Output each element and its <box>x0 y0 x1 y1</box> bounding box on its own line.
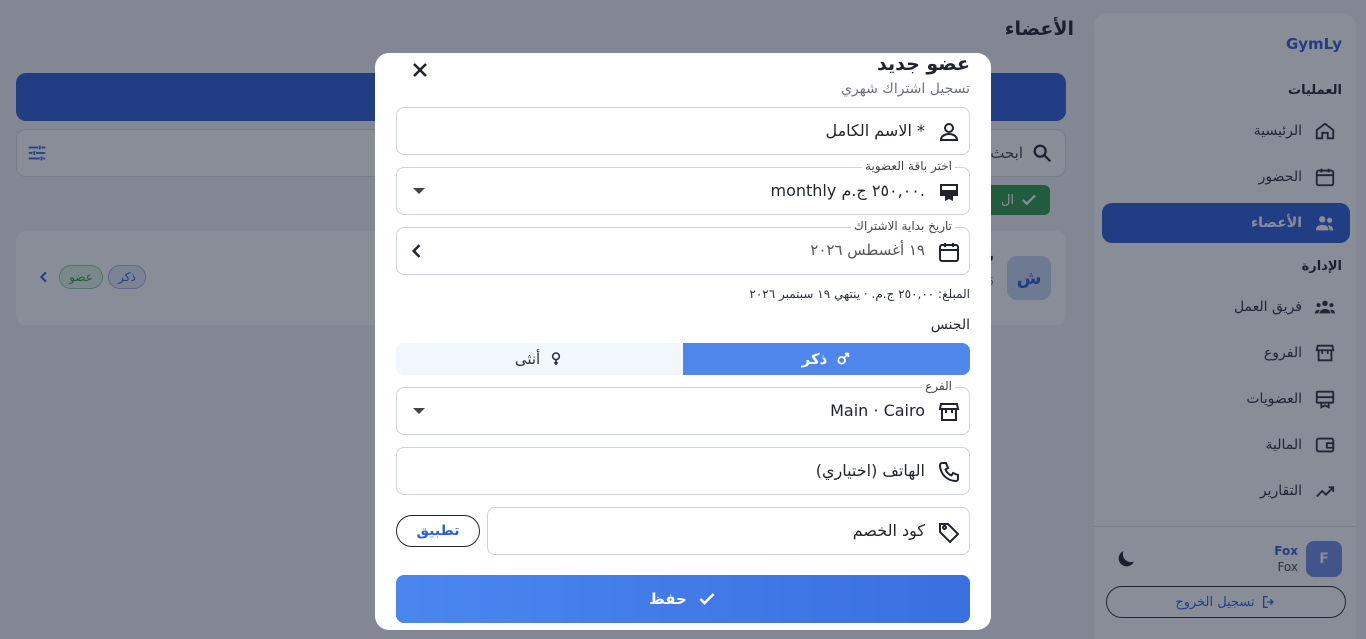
membership-plan-select[interactable]: اختر باقة العضوية monthly ٢٥٠,٠٠ ج.م. <box>396 159 970 215</box>
plan-value: monthly ٢٥٠,٠٠ ج.م. <box>770 181 926 200</box>
start-date-label: تاريخ بداية الاشتراك <box>851 219 955 233</box>
discount-code-placeholder: كود الخصم <box>852 521 925 540</box>
check-icon <box>699 593 715 605</box>
branch-select[interactable]: الفرع Main · Cairo <box>396 379 970 435</box>
save-button[interactable]: حفظ <box>396 575 970 623</box>
female-icon <box>552 352 561 365</box>
save-label: حفظ <box>649 590 687 608</box>
dialog-subtitle: تسجيل اشتراك شهري <box>840 81 970 97</box>
apply-discount-button[interactable]: تطبيق <box>396 515 480 547</box>
male-icon <box>837 352 850 365</box>
store-icon <box>938 403 960 421</box>
gender-male-option[interactable]: ذكر <box>683 343 970 375</box>
phone-icon <box>938 462 959 483</box>
phone-field[interactable]: الهاتف (اختياري) <box>396 447 970 495</box>
gender-toggle: ذكر أنثى <box>396 343 970 375</box>
tag-icon <box>939 523 960 544</box>
gender-female-option[interactable]: أنثى <box>396 343 683 375</box>
caret-down-icon[interactable] <box>413 188 425 194</box>
chevron-left-icon[interactable] <box>407 241 427 261</box>
start-date-value: ١٩ أغسطس ٢٠٢٦ <box>810 241 925 259</box>
gender-female-label: أنثى <box>514 350 541 368</box>
amount-summary: المبلغ: ٢٥٠,٠٠ ج.م. · ينتهي ١٩ سبتمبر ٢٠… <box>749 287 970 301</box>
dialog-title: عضو جديد <box>876 53 970 75</box>
gender-male-label: ذكر <box>801 350 828 368</box>
plan-label: اختر باقة العضوية <box>862 159 955 173</box>
branch-value: Main · Cairo <box>830 401 925 420</box>
discount-code-field[interactable]: كود الخصم <box>487 507 970 555</box>
person-icon <box>939 123 959 141</box>
close-icon[interactable] <box>408 58 432 82</box>
full-name-field[interactable]: الاسم الكامل * <box>396 107 970 155</box>
start-date-field[interactable]: تاريخ بداية الاشتراك ١٩ أغسطس ٢٠٢٦ <box>396 219 970 275</box>
branch-label: الفرع <box>922 379 955 393</box>
caret-down-icon[interactable] <box>413 408 425 414</box>
calendar-icon <box>939 243 959 262</box>
full-name-placeholder: الاسم الكامل * <box>825 121 925 140</box>
new-member-dialog: عضو جديد تسجيل اشتراك شهري الاسم الكامل … <box>375 53 991 630</box>
card-membership-icon <box>940 184 958 201</box>
gender-label: الجنس <box>930 317 970 333</box>
phone-placeholder: الهاتف (اختياري) <box>815 461 925 480</box>
